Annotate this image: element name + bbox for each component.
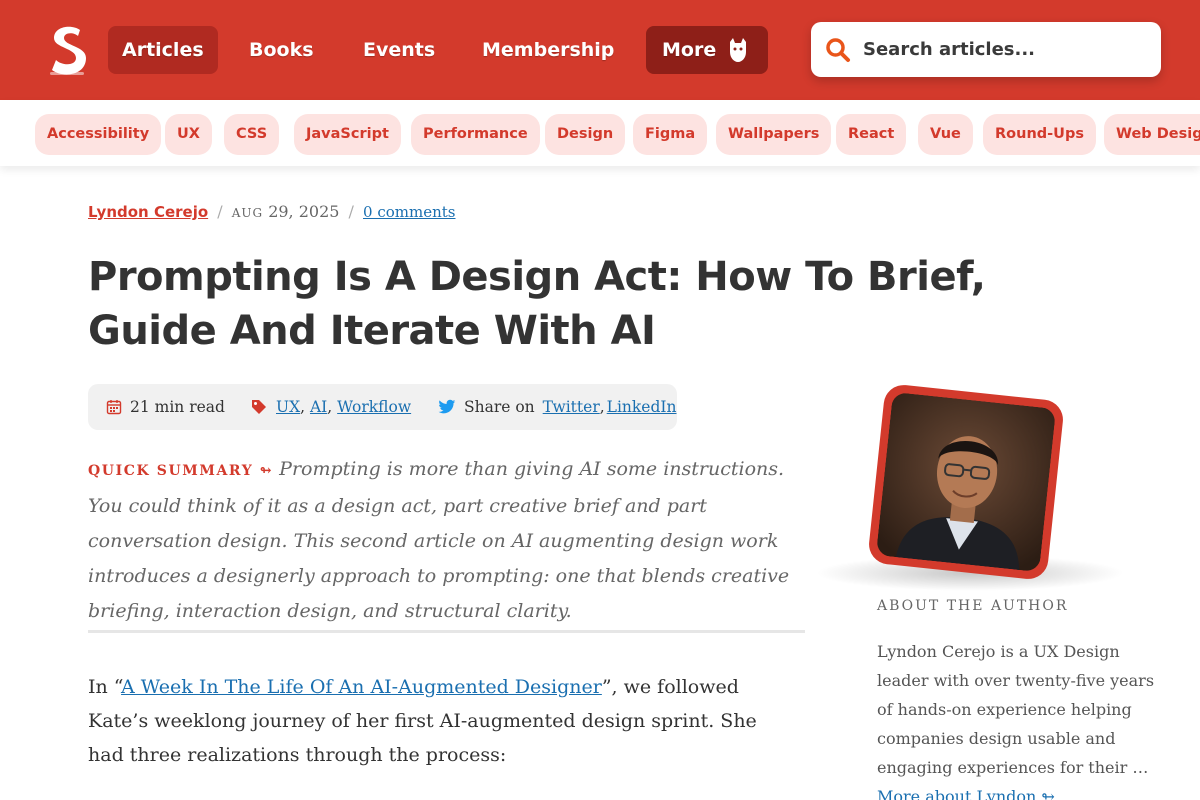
nav-membership[interactable]: Membership [468,26,628,74]
share-linkedin-link[interactable]: LinkedIn [607,384,677,430]
topic-link-ai[interactable]: AI [310,398,327,416]
about-author-heading: ABOUT THE AUTHOR [877,598,1069,614]
nav-articles[interactable]: Articles [108,26,218,74]
meta-separator: / [348,202,354,221]
search-box[interactable]: Search articles... [811,22,1161,77]
author-photo [875,391,1057,573]
meta-separator: / [217,202,223,221]
nav-more-label: More [662,39,717,61]
author-link[interactable]: Lyndon Cerejo [88,203,208,221]
quick-summary-text: Prompting is more than giving AI some in… [88,458,790,622]
article-info-bar: 21 min read UX, AI, Workflow Share on Twi… [88,384,677,430]
tag-vue[interactable]: Vue [918,114,973,155]
read-time-label: 21 min read [130,398,225,416]
body-intro-pre: In “ [88,676,122,698]
calendar-icon [106,400,122,415]
comments-link[interactable]: 0 comments [363,203,455,221]
nav-events[interactable]: Events [349,26,449,74]
share: Share on Twitter, LinkedIn [438,384,677,430]
author-photo-frame[interactable] [867,383,1065,581]
search-icon [826,38,850,62]
tag-round-ups[interactable]: Round-Ups [983,114,1096,155]
topic-link-ux[interactable]: UX [276,398,300,416]
site-header: Articles Books Events Membership More Se… [0,0,1200,100]
share-label: Share on [464,398,535,416]
tag-react[interactable]: React [836,114,907,155]
article-meta: Lyndon Cerejo / AUG 29, 2025 / 0 comment… [88,202,455,221]
tag-ux[interactable]: UX [165,114,212,155]
author-bio: Lyndon Cerejo is a UX Design leader with… [877,637,1157,800]
tag-icon [252,400,266,414]
tag-design[interactable]: Design [545,114,626,155]
share-twitter-link[interactable]: Twitter [543,384,600,430]
quick-summary: QUICK SUMMARY ↬ Prompting is more than g… [88,452,808,629]
topics: UX, AI, Workflow [250,384,411,430]
author-bio-text: Lyndon Cerejo is a UX Design leader with… [877,642,1155,777]
summary-divider [88,630,805,633]
more-about-author-link[interactable]: More about Lyndon ↬ [877,787,1055,800]
tag-figma[interactable]: Figma [633,114,708,155]
tag-accessibility[interactable]: Accessibility [35,114,162,155]
related-article-link[interactable]: A Week In The Life Of An AI-Augmented De… [121,676,602,698]
nav-more-button[interactable]: More [646,26,769,74]
quick-summary-label: QUICK SUMMARY ↬ [88,463,274,479]
date-day-year: 29, 2025 [268,202,340,221]
smashing-logo-icon[interactable] [46,24,90,80]
tag-javascript[interactable]: JavaScript [294,114,401,155]
article-title: Prompting Is A Design Act: How To Brief,… [88,254,986,354]
article-body-paragraph: In “A Week In The Life Of An AI-Augmente… [88,670,768,772]
nav-books[interactable]: Books [235,26,328,74]
tag-wallpapers[interactable]: Wallpapers [716,114,832,155]
date-month: AUG [231,206,264,220]
read-time: 21 min read [106,384,225,430]
tag-css[interactable]: CSS [224,114,280,155]
category-tags: Accessibility UX CSS JavaScript Performa… [0,100,1200,166]
twitter-icon [438,399,456,414]
search-input[interactable]: Search articles... [863,22,1035,77]
cat-mascot-icon [730,38,747,62]
tag-web-design[interactable]: Web Design [1104,114,1200,155]
tag-performance[interactable]: Performance [411,114,540,155]
topic-link-workflow[interactable]: Workflow [337,398,411,416]
